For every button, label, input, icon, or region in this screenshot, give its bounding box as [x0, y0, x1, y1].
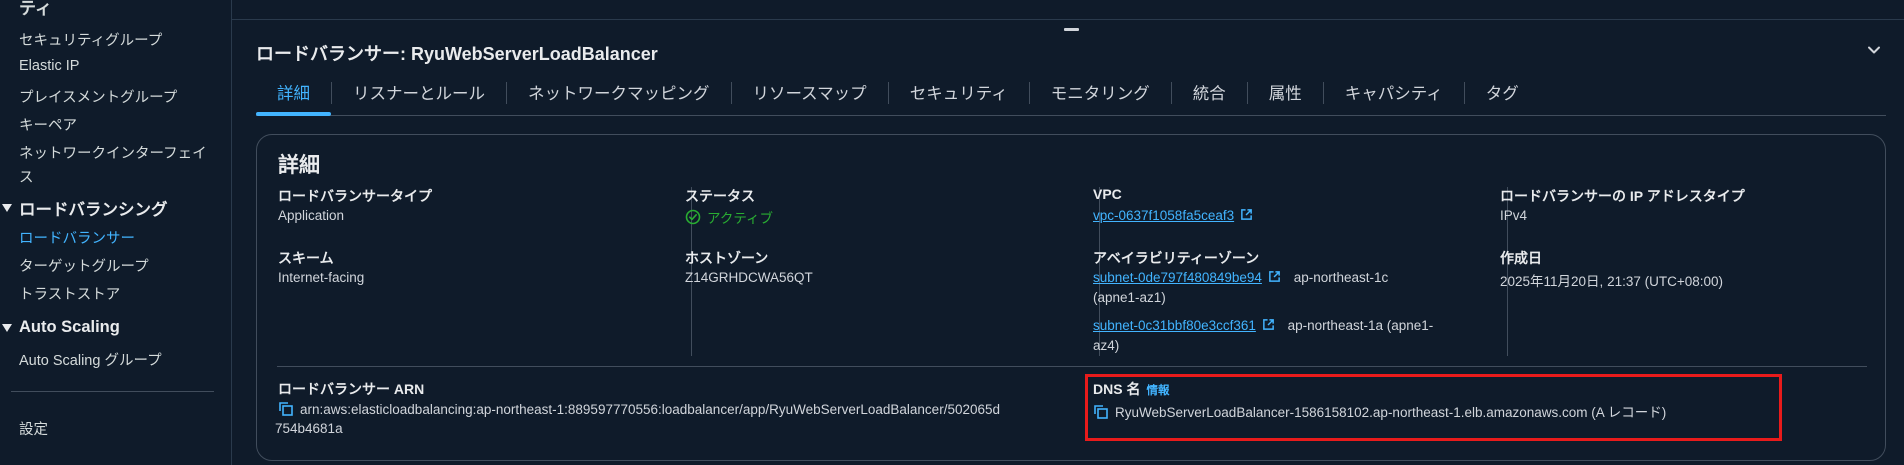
sidebar-item-settings[interactable]: 設定: [19, 418, 48, 439]
tab-listeners-rules[interactable]: リスナーとルール: [332, 70, 506, 114]
ip-type-label: ロードバランサーの IP アドレスタイプ: [1500, 188, 1745, 204]
created-value: 2025年11月20日, 21:37 (UTC+08:00): [1500, 274, 1724, 289]
chevron-down-icon: [1868, 46, 1880, 54]
tab-list: 詳細 リスナーとルール ネットワークマッピング リソースマップ セキュリティ モ…: [256, 70, 1886, 116]
sidebar-group-load-balancing[interactable]: ロードバランシング: [2, 196, 168, 220]
az1-id: (apne1-az1): [1093, 290, 1166, 305]
scheme-label: スキーム: [278, 250, 334, 266]
tab-tags[interactable]: タグ: [1465, 70, 1540, 114]
vpc-label: VPC: [1093, 186, 1122, 202]
external-link-icon[interactable]: [1268, 270, 1281, 283]
sidebar-item-key-pairs[interactable]: キーペア: [19, 114, 77, 135]
tab-integrations[interactable]: 統合: [1172, 70, 1247, 114]
caret-down-icon: [2, 323, 12, 332]
sidebar-item-network-interfaces-line1: ネットワークインターフェイ: [19, 146, 207, 162]
arn-text: arn:aws:elasticloadbalancing:ap-northeas…: [300, 402, 1000, 417]
az2-id: az4): [1093, 338, 1120, 353]
tab-monitoring[interactable]: モニタリング: [1030, 70, 1171, 114]
sidebar-item-placement-groups[interactable]: プレイスメントグループ: [19, 86, 177, 107]
lb-type-label: ロードバランサータイプ: [278, 188, 432, 204]
sidebar-divider: [11, 391, 214, 392]
split-panel-border: [232, 19, 1904, 20]
tab-network-mapping[interactable]: ネットワークマッピング: [507, 70, 731, 114]
subnet-link-2[interactable]: subnet-0c31bbf80e3ccf361: [1093, 318, 1256, 333]
sidebar-group-label: ロードバランシング: [19, 201, 168, 219]
resize-handle-icon[interactable]: [1064, 28, 1079, 31]
highlight-box: [1085, 374, 1782, 441]
az2-zone: ap-northeast-1a (apne1-: [1287, 318, 1434, 333]
sidebar-group-label: Auto Scaling: [19, 318, 120, 336]
tab-details[interactable]: 詳細: [256, 70, 331, 116]
sidebar: ティ セキュリティグループ Elastic IP プレイスメントグループ キーペ…: [0, 0, 232, 465]
tab-capacity[interactable]: キャパシティ: [1324, 70, 1464, 114]
sidebar-item-auto-scaling-groups[interactable]: Auto Scaling グループ: [19, 349, 162, 370]
panel-title: ロードバランサー: RyuWebServerLoadBalancer: [256, 44, 658, 64]
arn-value-line1: arn:aws:elasticloadbalancing:ap-northeas…: [278, 401, 1000, 417]
status-value: アクティブ: [685, 207, 773, 227]
details-title: 詳細: [278, 154, 320, 177]
copy-icon[interactable]: [278, 401, 294, 417]
sidebar-item-load-balancers[interactable]: ロードバランサー: [19, 227, 135, 248]
vpc-link[interactable]: vpc-0637f1058fa5ceaf3: [1093, 208, 1234, 223]
arn-value-line2: 754b4681a: [275, 421, 343, 436]
tab-security[interactable]: セキュリティ: [889, 70, 1029, 114]
external-link-icon[interactable]: [1240, 208, 1253, 221]
sidebar-item-network-interfaces-line2: ス: [19, 170, 34, 186]
az1-value: subnet-0de797f480849be94 ap-northeast-1c: [1093, 270, 1388, 285]
collapse-panel-button[interactable]: [1864, 40, 1884, 60]
caret-down-icon: [2, 204, 12, 212]
az2-value: subnet-0c31bbf80e3ccf361 ap-northeast-1a…: [1093, 318, 1433, 333]
row-divider: [277, 366, 1867, 367]
sidebar-item-truncated[interactable]: ティ: [19, 0, 52, 19]
sidebar-item-security-groups[interactable]: セキュリティグループ: [19, 29, 162, 50]
vpc-value: vpc-0637f1058fa5ceaf3: [1093, 208, 1253, 223]
sidebar-item-target-groups[interactable]: ターゲットグループ: [19, 255, 149, 276]
sidebar-item-elastic-ip[interactable]: Elastic IP: [19, 58, 79, 74]
created-label: 作成日: [1500, 250, 1542, 266]
lb-type-value: Application: [278, 208, 345, 223]
tab-resource-map[interactable]: リソースマップ: [732, 70, 888, 114]
az1-zone: ap-northeast-1c: [1293, 270, 1389, 285]
scheme-value: Internet-facing: [278, 270, 365, 285]
ip-type-value: IPv4: [1500, 208, 1528, 223]
hosted-zone-value: Z14GRHDCWA56QT: [685, 270, 813, 285]
tab-attributes[interactable]: 属性: [1248, 70, 1323, 114]
external-link-icon[interactable]: [1262, 318, 1275, 331]
subnet-link-1[interactable]: subnet-0de797f480849be94: [1093, 270, 1262, 285]
arn-label: ロードバランサー ARN: [278, 381, 425, 397]
sidebar-item-network-interfaces[interactable]: ネットワークインターフェイ ス: [19, 142, 207, 187]
status-label: ステータス: [685, 188, 755, 204]
sidebar-group-auto-scaling[interactable]: Auto Scaling: [2, 318, 120, 337]
check-circle-icon: [685, 209, 701, 225]
status-text: アクティブ: [707, 211, 774, 226]
sidebar-item-trust-stores[interactable]: トラストストア: [19, 283, 120, 304]
hosted-zone-label: ホストゾーン: [685, 250, 769, 266]
az-label: アベイラビリティーゾーン: [1093, 250, 1260, 266]
